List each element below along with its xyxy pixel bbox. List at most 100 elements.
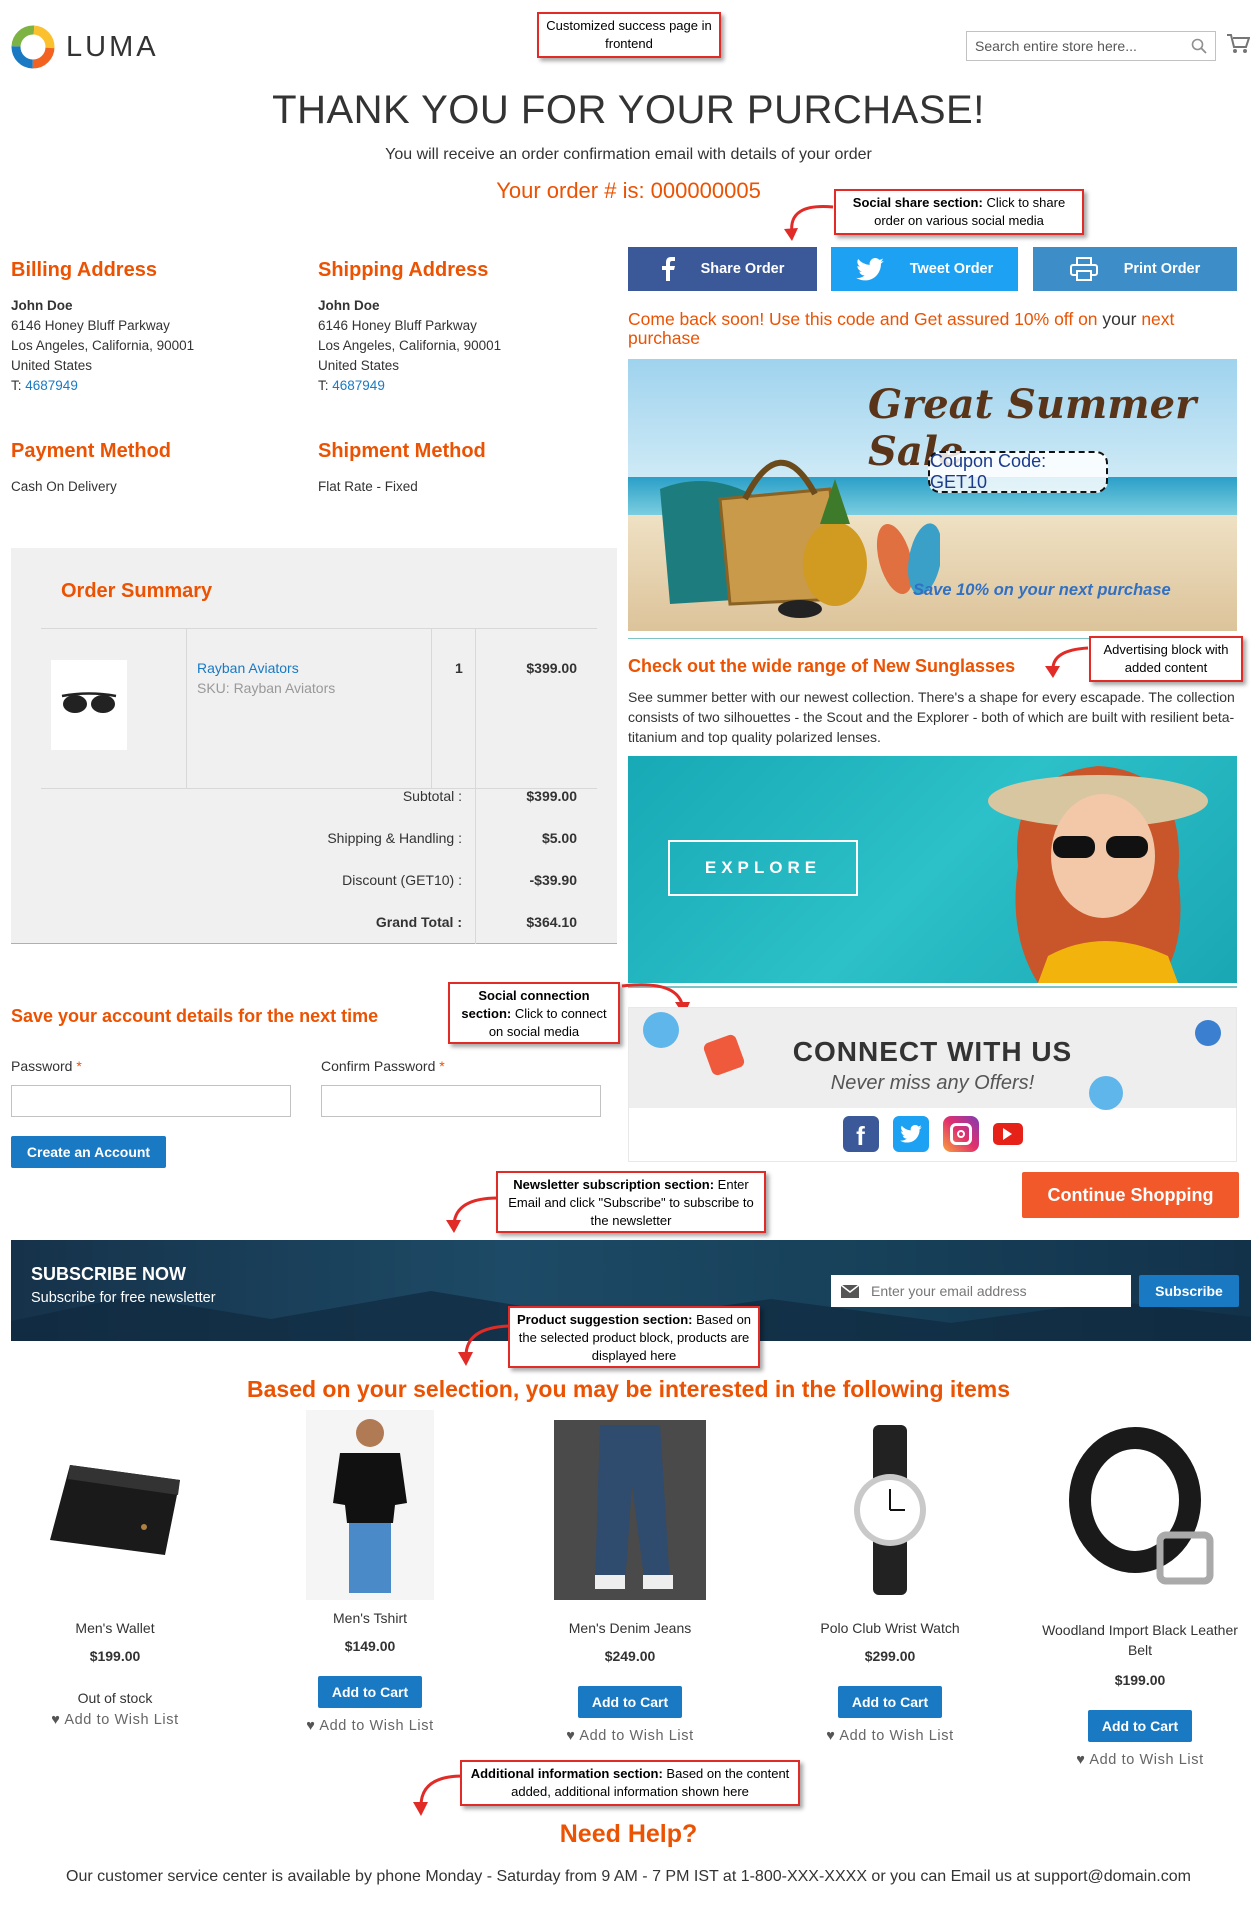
newsletter-placeholder: Enter your email address: [871, 1283, 1027, 1299]
newsletter-email-input[interactable]: Enter your email address: [831, 1275, 1131, 1307]
connect-title: CONNECT WITH US: [792, 1036, 1073, 1067]
instagram-icon[interactable]: [942, 1116, 979, 1152]
shipping-country: United States: [318, 358, 400, 373]
watch-icon: [854, 1425, 926, 1595]
create-account-button[interactable]: Create an Account: [11, 1136, 166, 1168]
print-order-button[interactable]: Print Order: [1033, 247, 1237, 291]
share-order-button[interactable]: Share Order: [628, 247, 817, 291]
print-order-label: Print Order: [1123, 261, 1201, 277]
discount-value: -$39.90: [529, 872, 577, 888]
add-to-cart-button[interactable]: Add to Cart: [838, 1686, 942, 1718]
arrow-icon: [784, 205, 834, 241]
arrow-icon: [446, 1196, 499, 1233]
product-name[interactable]: Polo Club Wrist Watch: [800, 1620, 980, 1636]
model-illustration: [988, 766, 1208, 983]
shipping-address: Shipping Address John Doe 6146 Honey Blu…: [318, 259, 608, 396]
password-input[interactable]: [11, 1085, 291, 1117]
shipment-value: Flat Rate - Fixed: [318, 479, 418, 494]
wishlist-link[interactable]: ♥ Add to Wish List: [540, 1728, 720, 1744]
confirm-password-label: Confirm Password *: [321, 1058, 445, 1074]
suggestions-title: Based on your selection, you may be inte…: [247, 1376, 1010, 1402]
arrow-icon: [1045, 646, 1089, 678]
help-title: Need Help?: [559, 1820, 698, 1848]
product-image[interactable]: [1040, 1420, 1240, 1600]
wishlist-link[interactable]: ♥ Add to Wish List: [20, 1712, 210, 1728]
product-price: $199.00: [89, 1648, 141, 1664]
tweet-order-button[interactable]: Tweet Order: [831, 247, 1018, 291]
sunglasses-body: See summer better with our newest collec…: [628, 689, 1235, 745]
item-sku: SKU: Rayban Aviators: [197, 680, 336, 696]
tweet-order-label: Tweet Order: [909, 261, 994, 277]
billing-title: Billing Address: [11, 259, 157, 281]
sunglasses-banner[interactable]: EXPLORE: [628, 756, 1237, 983]
wishlist-label: Add to Wish List: [1089, 1752, 1204, 1768]
item-price: $399.00: [526, 660, 577, 676]
banner-save-text: Save 10% on your next purchase: [913, 581, 1171, 599]
shipment-method: Shipment Method Flat Rate - Fixed: [318, 440, 486, 497]
product-card: Polo Club Wrist Watch $299.00 Add to Car…: [800, 1420, 980, 1744]
billing-name: John Doe: [11, 298, 73, 313]
search-icon[interactable]: [1191, 38, 1207, 54]
product-name[interactable]: Men's Denim Jeans: [540, 1620, 720, 1636]
page-subtitle: You will receive an order confirmation e…: [385, 146, 872, 163]
shipping-street: 6146 Honey Bluff Parkway: [318, 318, 477, 333]
facebook-icon[interactable]: f: [842, 1116, 879, 1152]
product-thumbnail[interactable]: [51, 660, 127, 750]
product-card: Woodland Import Black Leather Belt $199.…: [1040, 1420, 1240, 1768]
subscribe-button[interactable]: Subscribe: [1139, 1275, 1239, 1307]
wishlist-link[interactable]: ♥ Add to Wish List: [800, 1728, 980, 1744]
product-name[interactable]: Men's Tshirt: [290, 1610, 450, 1626]
payment-value: Cash On Delivery: [11, 479, 117, 494]
order-summary: Order Summary Rayban Aviators SKU: Rayba…: [11, 548, 617, 944]
billing-country: United States: [11, 358, 93, 373]
item-name-link[interactable]: Rayban Aviators: [197, 660, 299, 676]
product-price: $299.00: [864, 1648, 916, 1664]
youtube-icon[interactable]: [992, 1123, 1023, 1145]
order-summary-title: Order Summary: [61, 580, 213, 602]
callout-social-share: Social share section: Click to share ord…: [834, 189, 1084, 235]
billing-phone-link[interactable]: 4687949: [25, 378, 78, 393]
shipping-phone-link[interactable]: 4687949: [332, 378, 385, 393]
wallet-icon: [50, 1465, 180, 1555]
confirm-password-input[interactable]: [321, 1085, 601, 1117]
callout-bold: Additional information section:: [470, 1766, 663, 1781]
callout-advertising: Advertising block with added content: [1089, 636, 1243, 682]
billing-street: 6146 Honey Bluff Parkway: [11, 318, 170, 333]
summer-sale-banner[interactable]: Great Summer Sale Coupon Code: GET10 Sav…: [628, 359, 1237, 631]
product-image[interactable]: [306, 1410, 434, 1600]
callout-bold: Social share section:: [852, 195, 983, 210]
callout-bold: Newsletter subscription section:: [513, 1177, 715, 1192]
shipping-city: Los Angeles, California, 90001: [318, 338, 502, 353]
product-price: $149.00: [344, 1638, 396, 1654]
add-to-cart-button[interactable]: Add to Cart: [318, 1676, 422, 1708]
twitter-icon[interactable]: [892, 1116, 929, 1152]
wishlist-label: Add to Wish List: [64, 1712, 179, 1728]
printer-icon: [1069, 257, 1098, 281]
product-price: $199.00: [1114, 1672, 1166, 1688]
explore-button[interactable]: EXPLORE: [668, 840, 858, 896]
product-image[interactable]: [554, 1420, 706, 1600]
payment-method: Payment Method Cash On Delivery: [11, 440, 171, 497]
logo[interactable]: LUMA: [10, 24, 159, 70]
cart-icon[interactable]: [1226, 33, 1250, 55]
search-input[interactable]: Search entire store here...: [966, 31, 1216, 61]
wishlist-link[interactable]: ♥ Add to Wish List: [1040, 1752, 1240, 1768]
belt-icon: [1069, 1427, 1214, 1585]
product-image[interactable]: [800, 1420, 980, 1600]
wishlist-label: Add to Wish List: [839, 1728, 954, 1744]
wishlist-link[interactable]: ♥ Add to Wish List: [290, 1718, 450, 1734]
jeans-icon: [595, 1425, 673, 1589]
product-image[interactable]: [20, 1420, 210, 1600]
add-to-cart-button[interactable]: Add to Cart: [578, 1686, 682, 1718]
callout-product-suggestion: Product suggestion section: Based on the…: [508, 1306, 760, 1368]
continue-shopping-button[interactable]: Continue Shopping: [1022, 1172, 1239, 1218]
add-to-cart-button[interactable]: Add to Cart: [1088, 1710, 1192, 1742]
product-name[interactable]: Woodland Import Black Leather Belt: [1040, 1620, 1240, 1660]
shipping-phone-prefix: T:: [318, 378, 333, 393]
payment-title: Payment Method: [11, 440, 172, 462]
required-mark: *: [439, 1058, 445, 1074]
product-name[interactable]: Men's Wallet: [20, 1620, 210, 1636]
heart-icon: ♥: [566, 1728, 576, 1744]
confirm-label-text: Confirm Password: [321, 1058, 436, 1074]
share-order-label: Share Order: [700, 261, 785, 277]
